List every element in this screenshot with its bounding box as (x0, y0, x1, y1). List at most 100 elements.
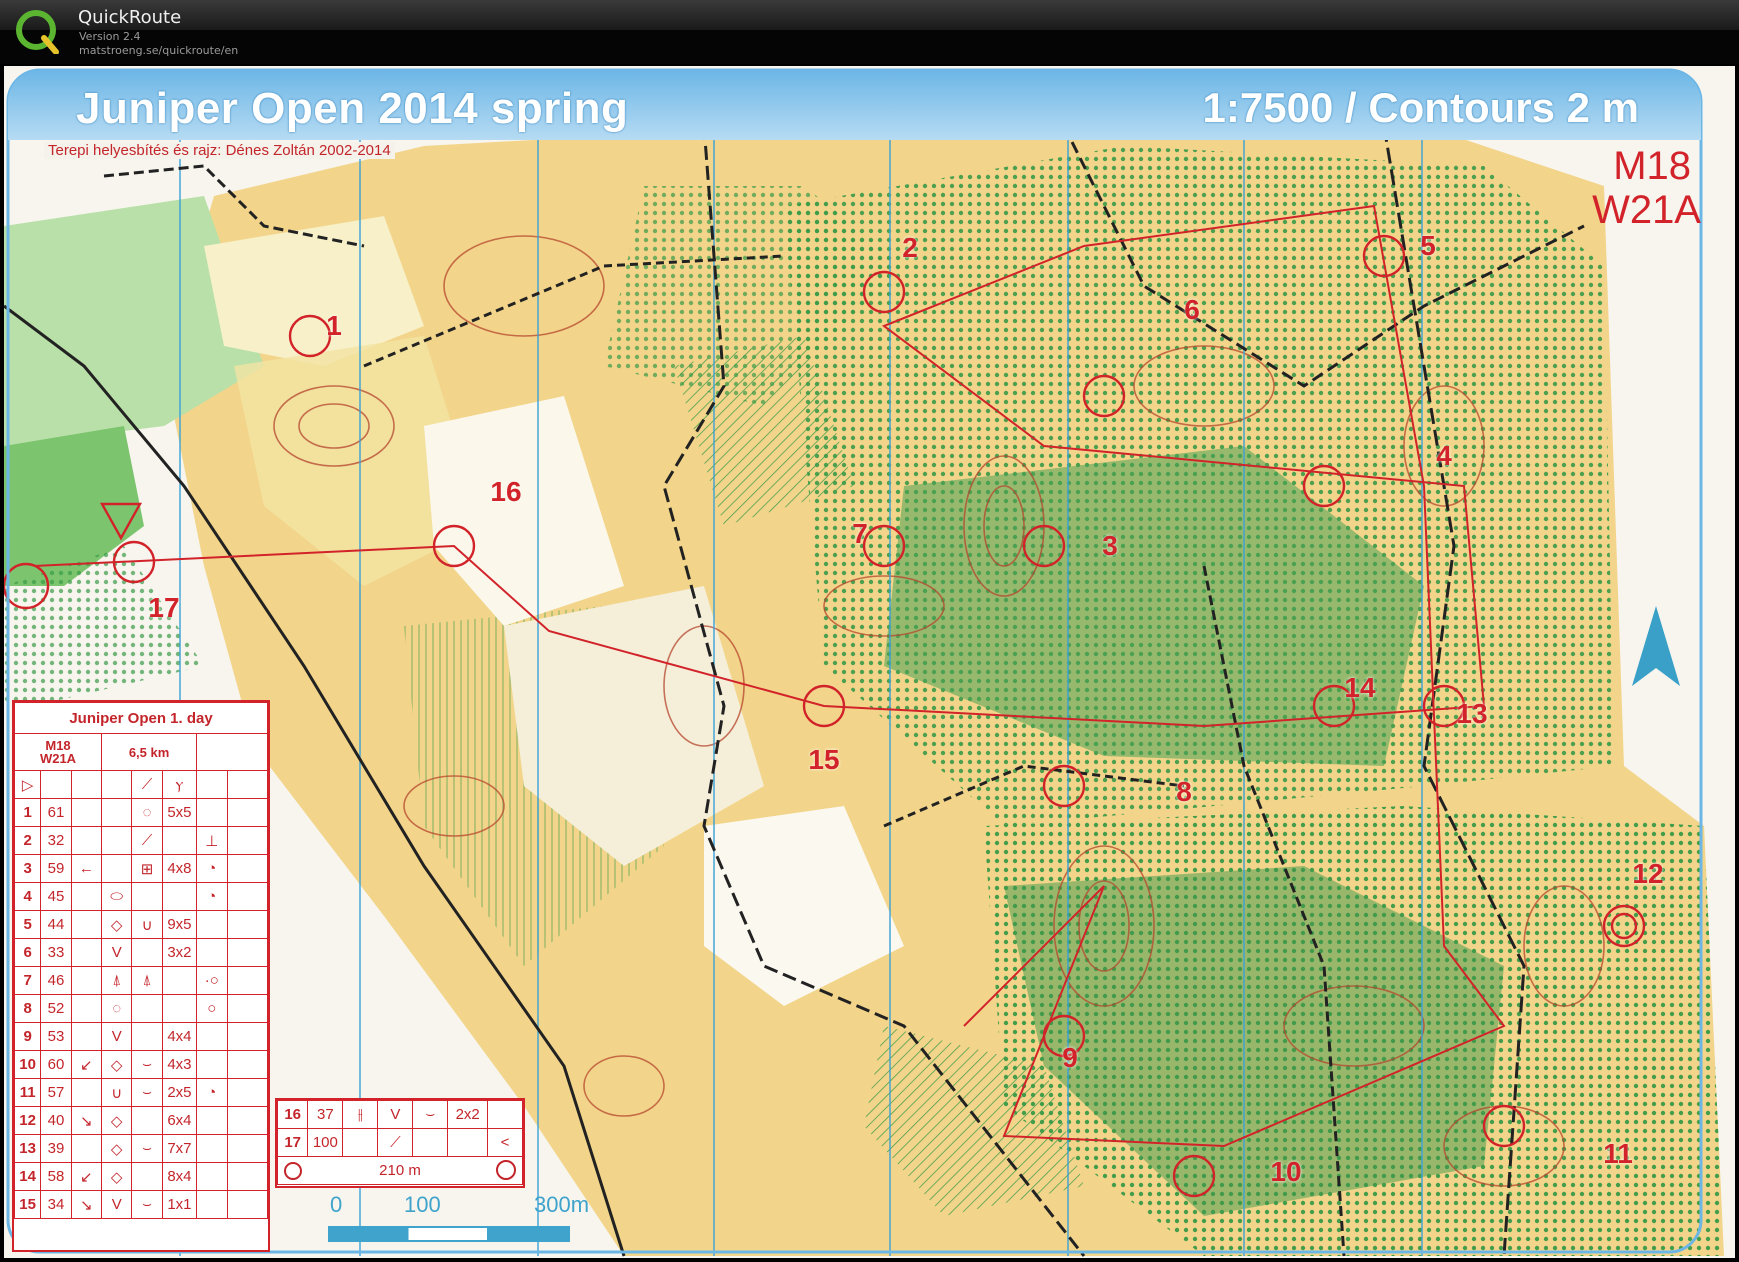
description-cell-x (226, 966, 268, 995)
finish-start-circle-icon (284, 1162, 302, 1180)
description-cell-code: 53 (40, 1022, 72, 1051)
description-cell-x (226, 994, 268, 1023)
description-cell-d (101, 798, 133, 827)
description-cell-code: 37 (307, 1100, 344, 1129)
description-cell-e: ⌣ (412, 1100, 449, 1129)
description-cell-code: 44 (40, 910, 72, 939)
finish-circle-icon (496, 1160, 516, 1180)
description-cell-c (70, 938, 103, 967)
description-cell-e: ⌣ (131, 1190, 163, 1219)
description-cell-c (70, 1134, 103, 1163)
description-cell-n: 3 (13, 854, 42, 883)
description-cell-d: ◇ (101, 1106, 133, 1135)
description-cell-x (226, 910, 268, 939)
control-number: 13 (1456, 698, 1488, 729)
description-cell-c: ↘ (70, 1106, 103, 1135)
description-cell-g (196, 910, 228, 939)
description-row: 8 52 ◌ ○ (13, 994, 268, 1023)
description-cell-n: 7 (13, 966, 42, 995)
header-band (0, 0, 1739, 30)
description-row: 5 44 ◇ ∪ 9x5 (13, 910, 268, 939)
app-version: Version 2.4 (79, 30, 141, 43)
description-cell-g (196, 938, 228, 967)
description-cell-x (226, 1022, 268, 1051)
description-class: M18 W21A (13, 733, 103, 771)
control-number: 14 (1344, 672, 1376, 703)
control-descriptions: Juniper Open 1. day M18 W21A 6,5 km ▷ ⟋ … (12, 700, 270, 1252)
control-descriptions-continued: 16 37 ⫲ V ⌣ 2x2 17 100 ⟋ < 210 m (275, 1098, 525, 1188)
description-cell-g (486, 1100, 524, 1129)
map-credit: Terepi helyesbítés és rajz: Dénes Zoltán… (44, 142, 395, 159)
description-cell-g (196, 1162, 228, 1191)
description-row: 6 33 V 3x2 (13, 938, 268, 967)
description-cell-f: 2x2 (447, 1100, 488, 1129)
description-cell-x (226, 798, 268, 827)
course-class-label: M18 (1613, 144, 1691, 188)
description-cell-x (226, 1190, 268, 1219)
control-number: 9 (1062, 1042, 1078, 1073)
description-cell-c (70, 1022, 103, 1051)
control-number: 5 (1420, 230, 1436, 261)
description-cell-n: 9 (13, 1022, 42, 1051)
control-number: 6 (1184, 294, 1200, 325)
description-cell-e: ⌣ (131, 1050, 163, 1079)
description-cell-d: ◇ (101, 1050, 133, 1079)
scale-label: 0 (330, 1192, 343, 1217)
description-cell-d: ∪ (101, 1078, 133, 1107)
description-row: 15 34 ↘ V ⌣ 1x1 (13, 1190, 268, 1219)
description-cell-c (70, 910, 103, 939)
description-cell-n: 16 (276, 1100, 309, 1129)
control-number: 1 (326, 310, 342, 341)
description-cell-e (131, 938, 163, 967)
description-cell-e: ⌣ (131, 1134, 163, 1163)
scale-label: 300m (534, 1192, 590, 1217)
description-cell-f: 6x4 (161, 1106, 198, 1135)
description-cell-d: ◌ (101, 994, 133, 1023)
description-cell-f: 9x5 (161, 910, 198, 939)
orienteering-map[interactable]: Juniper Open 2014 spring 1:7500 / Contou… (4, 66, 1735, 1258)
description-cell-d (101, 826, 133, 855)
description-cell-d: ◇ (101, 1134, 133, 1163)
control-number: 11 (1603, 1138, 1633, 1169)
app-url[interactable]: matstroeng.se/quickroute/en (79, 44, 238, 57)
description-row: 16 37 ⫲ V ⌣ 2x2 (276, 1100, 524, 1129)
description-cell-c: ↙ (70, 1050, 103, 1079)
description-cell-d: ⬭ (101, 882, 133, 911)
description-cell-g: ⊥ (196, 826, 228, 855)
description-cell-c (342, 1128, 379, 1157)
description-cell-c: ← (70, 854, 103, 883)
quickroute-logo-icon (16, 10, 59, 54)
description-cell-code: 59 (40, 854, 72, 883)
control-number: 7 (852, 518, 868, 549)
description-rows: 1 61 ◌ 5x5 2 32 ⟋ ⊥ 3 59 ← ⊞ 4x8 ◔ 4 45 ⬭ ◔ 5 44 ◇ ∪ 9x5 6 33 V 3x… (13, 798, 268, 1219)
scale-bar: 0 100 300m (328, 1192, 604, 1252)
description-cell-code: 61 (40, 798, 72, 827)
control-number: 12 (1632, 858, 1664, 889)
description-cell-c (70, 882, 103, 911)
control-number: 15 (808, 744, 840, 775)
description-cell-f: 3x2 (161, 938, 198, 967)
scale-bar-graphic (328, 1226, 570, 1242)
finish-distance: 210 m (379, 1162, 421, 1179)
control-number: 16 (490, 476, 522, 507)
description-cell-e: ∪ (131, 910, 163, 939)
control-number: 8 (1176, 776, 1192, 807)
description-cell-e (131, 1162, 163, 1191)
description-cell-e (131, 1106, 163, 1135)
description-cell-f: 8x4 (161, 1162, 198, 1191)
description-cell-code: 45 (40, 882, 72, 911)
app-header: QuickRoute Version 2.4 matstroeng.se/qui… (0, 0, 1739, 64)
description-row: 11 57 ∪ ⌣ 2x5 ◔ (13, 1078, 268, 1107)
description-cell-f (447, 1128, 488, 1157)
description-cell-g: ◔ (196, 1078, 228, 1107)
description-cell-e: ⟋ (131, 826, 163, 855)
description-row: 3 59 ← ⊞ 4x8 ◔ (13, 854, 268, 883)
description-rows-continued: 16 37 ⫲ V ⌣ 2x2 17 100 ⟋ < (276, 1100, 524, 1157)
description-cell-f: 7x7 (161, 1134, 198, 1163)
finish-row: 210 m (277, 1156, 523, 1185)
description-cell-n: 2 (13, 826, 42, 855)
description-cell-g (196, 1022, 228, 1051)
description-row: 7 46 ⍋ ⍋ ·○ (13, 966, 268, 995)
description-cell-e: ⍋ (131, 966, 163, 995)
description-cell-f: 4x3 (161, 1050, 198, 1079)
